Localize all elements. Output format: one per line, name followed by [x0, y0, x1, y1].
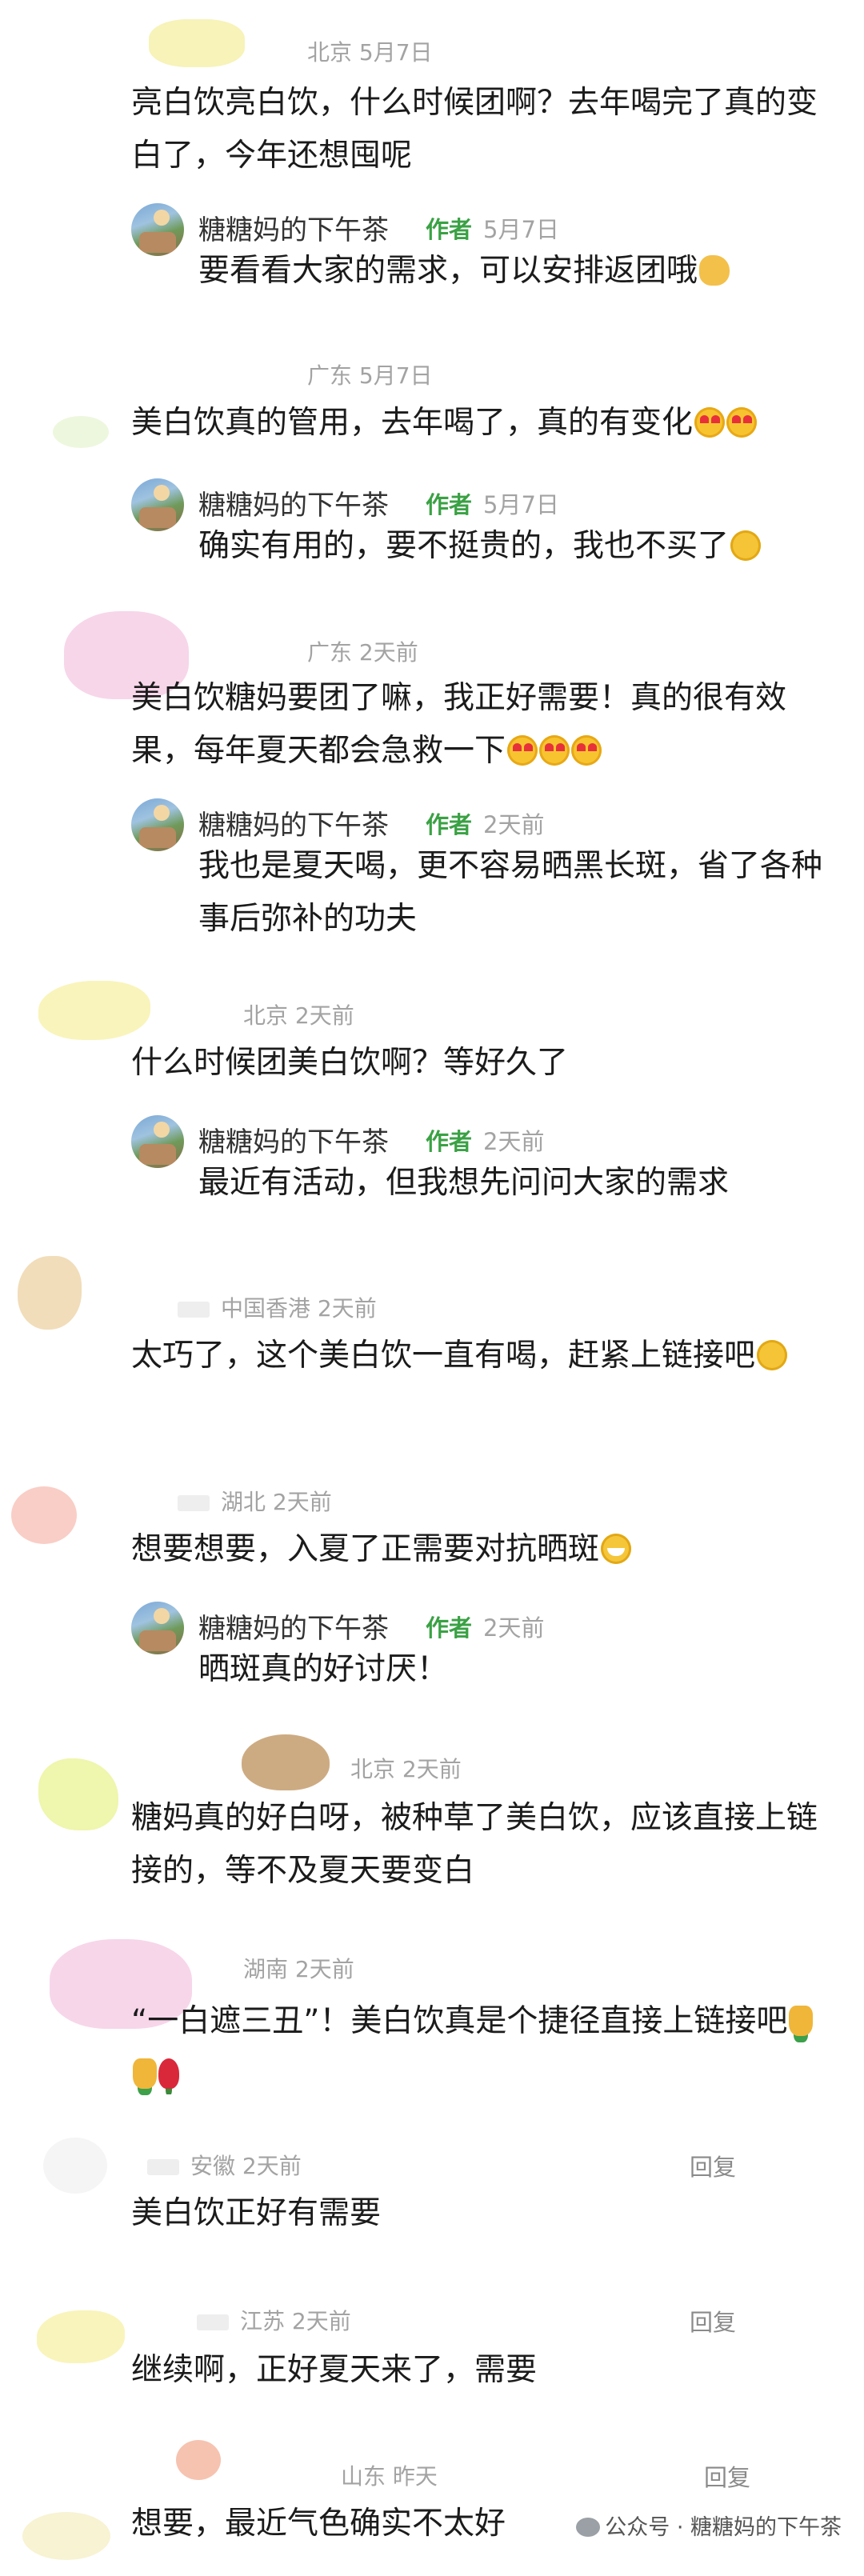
reply-text: 确实有用的，要不挺贵的，我也不买了: [198, 520, 822, 573]
author-avatar[interactable]: [131, 478, 184, 531]
reply-text: 最近有活动，但我想先问问大家的需求: [198, 1165, 730, 1201]
masked-username: [197, 2314, 229, 2330]
author-avatar[interactable]: [131, 1602, 184, 1654]
comment-meta: 安徽 2天前: [147, 2149, 302, 2181]
comment-text: 美白饮真的管用，去年喝了，真的有变化: [131, 397, 819, 450]
ok-hand-emoji-icon: [699, 255, 730, 286]
grin-emoji-icon: [601, 1534, 632, 1564]
comment-meta: 北京 2天前: [350, 1756, 462, 1782]
commenter-avatar[interactable]: [22, 2512, 110, 2560]
comment-meta: 北京 2天前: [243, 1002, 354, 1029]
thinking-emoji-icon: [730, 530, 762, 561]
comment-text: 太巧了，这个美白饮一直有喝，赶紧上链接吧: [131, 1330, 819, 1382]
reply-time: 2天前: [483, 1614, 545, 1642]
author-badge: 作者: [426, 216, 473, 243]
reply-text: 要看看大家的需求，可以安排返团哦: [198, 245, 822, 298]
comment-meta: 山东 昨天: [341, 2463, 438, 2490]
masked-username: [178, 1495, 210, 1511]
reply-time: 5月7日: [483, 216, 559, 243]
comment-text: “一白遮三丑”！美白饮真是个捷径直接上链接吧: [131, 1995, 819, 2101]
comment-meta: 江苏 2天前: [197, 2304, 351, 2336]
wechat-icon: [576, 2518, 601, 2537]
comment-meta: 广东 2天前: [307, 639, 418, 666]
author-badge: 作者: [426, 1128, 473, 1155]
rose-emoji-icon: [158, 2058, 179, 2089]
heart-eyes-emoji-icon: [726, 407, 758, 438]
commenter-avatar[interactable]: [38, 1758, 118, 1830]
comment-meta: 湖北 2天前: [178, 1485, 332, 1517]
author-name[interactable]: 糖糖妈的下午茶: [198, 208, 389, 247]
reply-text: 晒斑真的好讨厌！: [198, 1651, 449, 1687]
reply-button[interactable]: 回复: [690, 2304, 736, 2338]
comment-text: 美白饮糖妈要团了嘛，我正好需要！真的很有效果，每年夏天都会急救一下: [131, 680, 787, 769]
sticker-icon: [242, 1734, 330, 1790]
thumbs-up-emoji-icon: [133, 2058, 157, 2089]
flower-sticker-icon: [176, 2440, 221, 2480]
author-avatar[interactable]: [131, 1115, 184, 1168]
comment-text: 美白饮正好有需要: [131, 2195, 382, 2231]
reply-time: 2天前: [483, 1128, 545, 1155]
heart-eyes-emoji-icon: [507, 735, 538, 766]
commenter-avatar[interactable]: [53, 416, 109, 448]
comment-text: 糖妈真的好白呀，被种草了美白饮，应该直接上链接的，等不及夏天要变白: [131, 1800, 818, 1889]
reply-time: 2天前: [483, 811, 545, 838]
reply-time: 5月7日: [483, 491, 559, 518]
comment-text: 继续啊，正好夏天来了，需要: [131, 2352, 538, 2388]
author-badge: 作者: [426, 1614, 473, 1642]
comment-meta: 中国香港 2天前: [178, 1291, 377, 1323]
comment-meta: 广东 5月7日: [307, 362, 433, 389]
commenter-avatar[interactable]: [11, 1486, 77, 1544]
heart-eyes-emoji-icon: [571, 735, 602, 766]
author-name[interactable]: 糖糖妈的下午茶: [198, 483, 389, 522]
thumbs-up-emoji-icon: [789, 2006, 814, 2036]
commenter-avatar[interactable]: [18, 1256, 82, 1330]
commenter-avatar[interactable]: [37, 2310, 125, 2363]
heart-eyes-emoji-icon: [539, 735, 570, 766]
reply-button[interactable]: 回复: [690, 2149, 736, 2182]
reply-text: 我也是夏天喝，更不容易晒黑长斑，省了各种事后弥补的功夫: [198, 848, 823, 937]
comment-text: 想要想要，入夏了正需要对抗晒斑: [131, 1523, 819, 1576]
commenter-avatar[interactable]: [149, 19, 245, 67]
masked-username: [178, 1302, 210, 1318]
comment-text: 什么时候团美白饮啊？等好久了: [131, 1045, 569, 1081]
author-name[interactable]: 糖糖妈的下午茶: [198, 1120, 389, 1159]
author-avatar[interactable]: [131, 203, 184, 256]
heart-eyes-emoji-icon: [694, 407, 726, 438]
comment-meta: 北京 5月7日: [307, 39, 433, 66]
commenter-avatar[interactable]: [38, 981, 150, 1040]
reply-button[interactable]: 回复: [704, 2459, 750, 2493]
official-account-watermark: 公众号 · 糖糖妈的下午茶: [576, 2510, 842, 2541]
comment-text: 亮白饮亮白饮，什么时候团啊？去年喝完了真的变白了，今年还想囤呢: [131, 85, 818, 174]
author-badge: 作者: [426, 811, 473, 838]
commenter-avatar[interactable]: [43, 2138, 107, 2194]
author-badge: 作者: [426, 491, 473, 518]
author-name[interactable]: 糖糖妈的下午茶: [198, 803, 389, 842]
masked-username: [147, 2159, 179, 2175]
thinking-emoji-icon: [757, 1340, 788, 1370]
comment-meta: 湖南 2天前: [243, 1956, 354, 1982]
author-name[interactable]: 糖糖妈的下午茶: [198, 1606, 389, 1646]
author-avatar[interactable]: [131, 798, 184, 851]
